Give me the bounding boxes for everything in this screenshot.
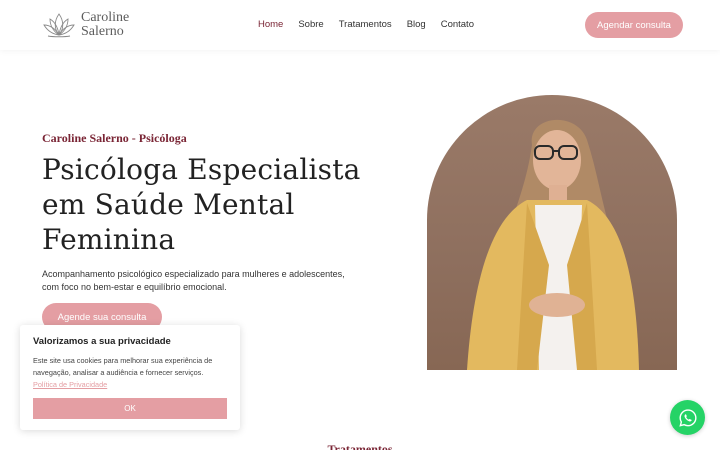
hero-description: Acompanhamento psicológico especializado… — [42, 269, 345, 292]
page: Caroline Salerno Home Sobre Tratamentos … — [0, 0, 720, 450]
hero-title: Psicóloga Especialista em Saúde Mental F… — [42, 153, 361, 256]
hero-eyebrow: Caroline Salerno - Psicóloga — [42, 131, 187, 145]
logo-line-2: Salerno — [81, 24, 124, 39]
section-heading-tratamentos: Tratamentos — [327, 442, 393, 450]
logo[interactable]: Caroline Salerno — [42, 10, 129, 40]
nav-blog[interactable]: Blog — [407, 19, 426, 30]
logo-line-1: Caroline — [81, 10, 130, 25]
cookie-banner: Valorizamos a sua privacidade Este site … — [20, 325, 240, 430]
logo-text: Caroline Salerno — [81, 11, 129, 39]
nav-sobre[interactable]: Sobre — [298, 19, 323, 30]
main-nav: Home Sobre Tratamentos Blog Contato — [258, 19, 474, 30]
cookie-title: Valorizamos a sua privacidade — [33, 336, 171, 347]
site-header: Caroline Salerno Home Sobre Tratamentos … — [0, 0, 720, 50]
lotus-icon — [43, 13, 75, 38]
nav-home[interactable]: Home — [258, 19, 283, 30]
whatsapp-icon — [678, 408, 697, 427]
portrait-image — [427, 95, 677, 370]
privacy-policy-link[interactable]: Política de Privacidade — [33, 380, 107, 389]
whatsapp-button[interactable] — [670, 400, 705, 435]
nav-contato[interactable]: Contato — [441, 19, 474, 30]
woman-portrait-illustration — [467, 119, 639, 370]
cookie-ok-button[interactable]: OK — [33, 398, 227, 419]
cookie-message: Este site usa cookies para melhorar sua … — [33, 356, 213, 377]
cookie-text: Este site usa cookies para melhorar sua … — [33, 355, 228, 391]
schedule-button[interactable]: Agendar consulta — [585, 12, 683, 38]
nav-tratamentos[interactable]: Tratamentos — [339, 19, 392, 30]
